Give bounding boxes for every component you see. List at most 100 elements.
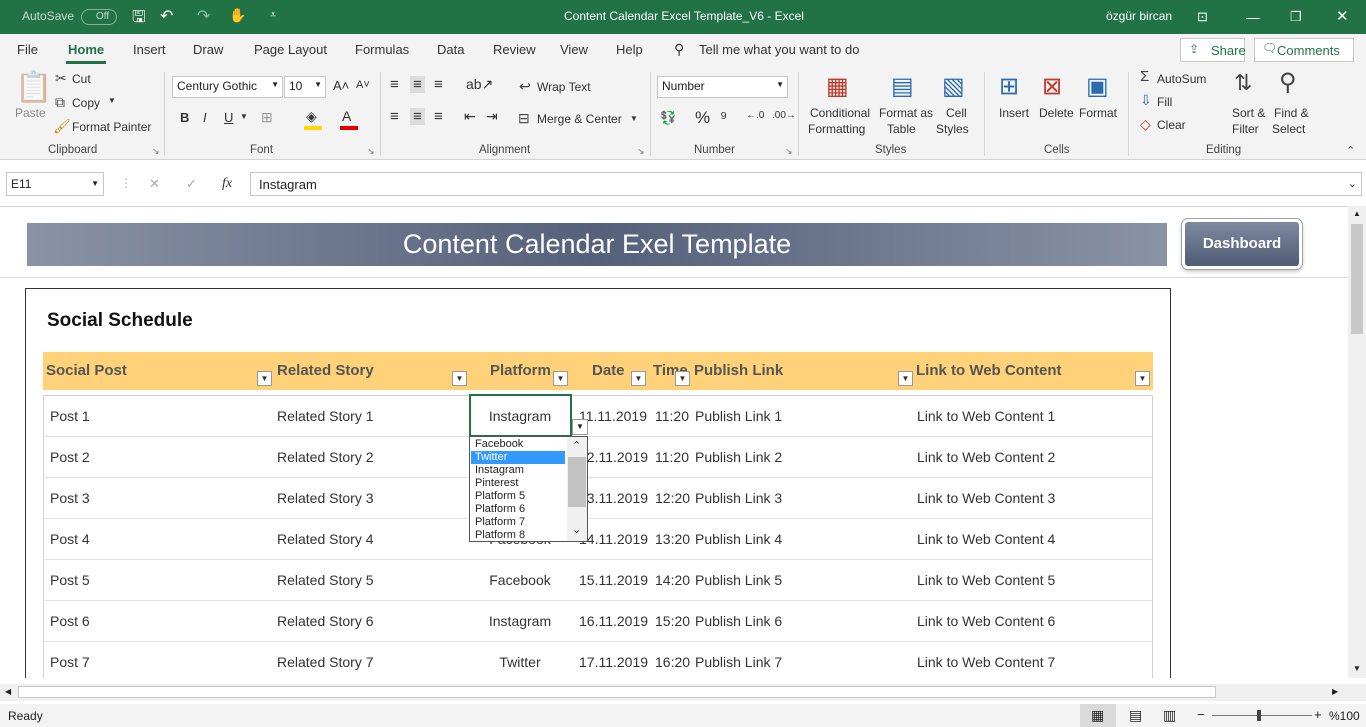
increase-decimal-icon[interactable]: ←.0 — [746, 110, 764, 121]
font-name-select[interactable]: Century Gothic ▼ — [172, 76, 283, 98]
format-as-table-label-2[interactable]: Table — [887, 122, 916, 136]
collapse-ribbon-icon[interactable]: ⌃ — [1346, 144, 1355, 157]
zoom-slider[interactable] — [1212, 715, 1312, 716]
vertical-scrollbar[interactable]: ▲ ▼ — [1348, 206, 1366, 678]
filter-dropdown-icon[interactable]: ▼ — [898, 371, 913, 386]
cell-time[interactable]: 13:20 — [655, 531, 690, 547]
font-size-select[interactable]: 10 ▼ — [284, 76, 326, 98]
increase-font-icon[interactable]: A˄ — [333, 78, 349, 93]
cell-related-story[interactable]: Related Story 2 — [277, 449, 374, 465]
conditional-formatting-label-1[interactable]: Conditional — [810, 106, 870, 120]
cell-styles-label-1[interactable]: Cell — [946, 106, 967, 120]
merge-center-button[interactable]: Merge & Center — [537, 112, 622, 126]
alignment-launcher-icon[interactable]: ↘ — [637, 146, 645, 157]
cell-related-story[interactable]: Related Story 7 — [277, 654, 374, 670]
decrease-indent-icon[interactable]: ⇤ — [464, 108, 476, 125]
align-right-icon[interactable]: ≡ — [434, 108, 443, 125]
cell-time[interactable]: 11:20 — [655, 449, 689, 465]
dropdown-option-platform-5[interactable]: Platform 5 — [474, 490, 565, 503]
cell-related-story[interactable]: Related Story 1 — [277, 408, 374, 424]
cell-date[interactable]: 15.11.2019 — [579, 572, 648, 588]
customize-toolbar-icon[interactable]: ⩡ — [270, 9, 276, 22]
dropdown-option-instagram[interactable]: Instagram — [474, 464, 565, 477]
cell-social-post[interactable]: Post 6 — [50, 613, 90, 629]
cell-publish-link[interactable]: Publish Link 7 — [695, 654, 782, 670]
user-name[interactable]: özgür bircan — [1106, 9, 1172, 23]
sort-filter-label-1[interactable]: Sort & — [1232, 106, 1265, 120]
wrap-text-button[interactable]: Wrap Text — [537, 80, 591, 94]
decrease-font-icon[interactable]: A˅ — [356, 79, 370, 91]
dropdown-option-pinterest[interactable]: Pinterest — [474, 477, 565, 490]
font-color-icon[interactable]: A — [342, 108, 351, 124]
cell-platform[interactable]: Twitter — [460, 654, 580, 670]
cell-date[interactable]: 12.11.2019 — [579, 449, 648, 465]
filter-dropdown-icon[interactable]: ▼ — [257, 371, 272, 386]
decrease-decimal-icon[interactable]: .00→ — [772, 110, 796, 121]
conditional-formatting-label-2[interactable]: Formatting — [808, 122, 865, 136]
underline-button[interactable]: U — [224, 110, 233, 125]
dropdown-option-twitter[interactable]: Twitter — [471, 451, 565, 464]
cell-platform[interactable]: Facebook — [460, 572, 580, 588]
find-select-label-1[interactable]: Find & — [1274, 106, 1309, 120]
cell-social-post[interactable]: Post 3 — [50, 490, 90, 506]
minimize-icon[interactable]: — — [1246, 9, 1260, 25]
filter-dropdown-icon[interactable]: ▼ — [452, 371, 467, 386]
undo-icon[interactable]: ↶ — [160, 6, 173, 26]
tab-view[interactable]: View — [560, 42, 588, 57]
cell-web-content[interactable]: Link to Web Content 4 — [917, 531, 1055, 547]
cell-social-post[interactable]: Post 2 — [50, 449, 90, 465]
zoom-level[interactable]: %100 — [1329, 709, 1360, 723]
autosave-toggle[interactable]: Off — [81, 9, 117, 25]
restore-icon[interactable]: ❐ — [1290, 9, 1302, 25]
dropdown-scrollbar[interactable]: ⌃ ⌄ — [567, 437, 587, 541]
fill-color-icon[interactable]: ◈ — [306, 108, 317, 125]
number-launcher-icon[interactable]: ↘ — [785, 146, 793, 157]
cell-web-content[interactable]: Link to Web Content 5 — [917, 572, 1055, 588]
filter-dropdown-icon[interactable]: ▼ — [553, 371, 568, 386]
touch-mode-icon[interactable]: ✋ — [229, 7, 246, 24]
increase-indent-icon[interactable]: ⇥ — [486, 108, 498, 125]
zoom-out-icon[interactable]: − — [1197, 707, 1205, 722]
paste-icon[interactable]: 📋 — [15, 70, 52, 105]
ribbon-display-icon[interactable]: ⊡ — [1197, 9, 1208, 25]
cell-date[interactable]: 17.11.2019 — [579, 654, 648, 670]
paste-button[interactable]: Paste — [15, 106, 46, 120]
cell-time[interactable]: 15:20 — [655, 613, 690, 629]
cell-web-content[interactable]: Link to Web Content 6 — [917, 613, 1055, 629]
cell-publish-link[interactable]: Publish Link 3 — [695, 490, 782, 506]
scroll-up-icon[interactable]: ⌃ — [572, 439, 581, 452]
align-bottom-icon[interactable]: ≡ — [434, 76, 443, 93]
formula-input[interactable]: Instagram ⌄ — [250, 172, 1362, 196]
cell-time[interactable]: 11:20 — [655, 408, 689, 424]
cell-publish-link[interactable]: Publish Link 2 — [695, 449, 782, 465]
cell-dropdown-arrow-icon[interactable]: ▼ — [572, 419, 588, 435]
cell-time[interactable]: 14:20 — [655, 572, 690, 588]
format-as-table-label-1[interactable]: Format as — [879, 106, 933, 120]
orientation-icon[interactable]: ab↗ — [466, 76, 493, 93]
autosum-button[interactable]: AutoSum — [1157, 72, 1206, 86]
active-cell-e11[interactable] — [469, 394, 572, 437]
tab-page-layout[interactable]: Page Layout — [254, 42, 327, 57]
filter-dropdown-icon[interactable]: ▼ — [1135, 371, 1150, 386]
copy-button[interactable]: Copy — [72, 96, 100, 110]
redo-icon[interactable]: ↷ — [197, 6, 210, 26]
align-left-icon[interactable]: ≡ — [390, 108, 399, 125]
comma-style-icon[interactable]: ⁹ — [720, 108, 727, 128]
dropdown-option-platform-8[interactable]: Platform 8 — [474, 529, 565, 541]
insert-function-button[interactable]: fx — [222, 176, 232, 192]
underline-dropdown-icon[interactable]: ▼ — [240, 112, 248, 121]
bold-button[interactable]: B — [180, 110, 189, 125]
cell-styles-label-2[interactable]: Styles — [936, 122, 969, 136]
number-format-select[interactable]: Number ▼ — [657, 76, 788, 98]
copy-dropdown-icon[interactable]: ▼ — [108, 96, 116, 105]
delete-cells-button[interactable]: Delete — [1039, 106, 1074, 120]
cell-publish-link[interactable]: Publish Link 6 — [695, 613, 782, 629]
cell-web-content[interactable]: Link to Web Content 3 — [917, 490, 1055, 506]
dashboard-button[interactable]: Dashboard — [1181, 218, 1303, 270]
cell-date[interactable]: 13.11.2019 — [579, 490, 648, 506]
zoom-in-icon[interactable]: + — [1314, 707, 1322, 722]
sort-filter-label-2[interactable]: Filter — [1232, 122, 1259, 136]
percent-icon[interactable]: % — [695, 108, 710, 128]
name-box[interactable]: E11 ▼ — [6, 172, 104, 196]
cut-button[interactable]: Cut — [72, 72, 91, 86]
